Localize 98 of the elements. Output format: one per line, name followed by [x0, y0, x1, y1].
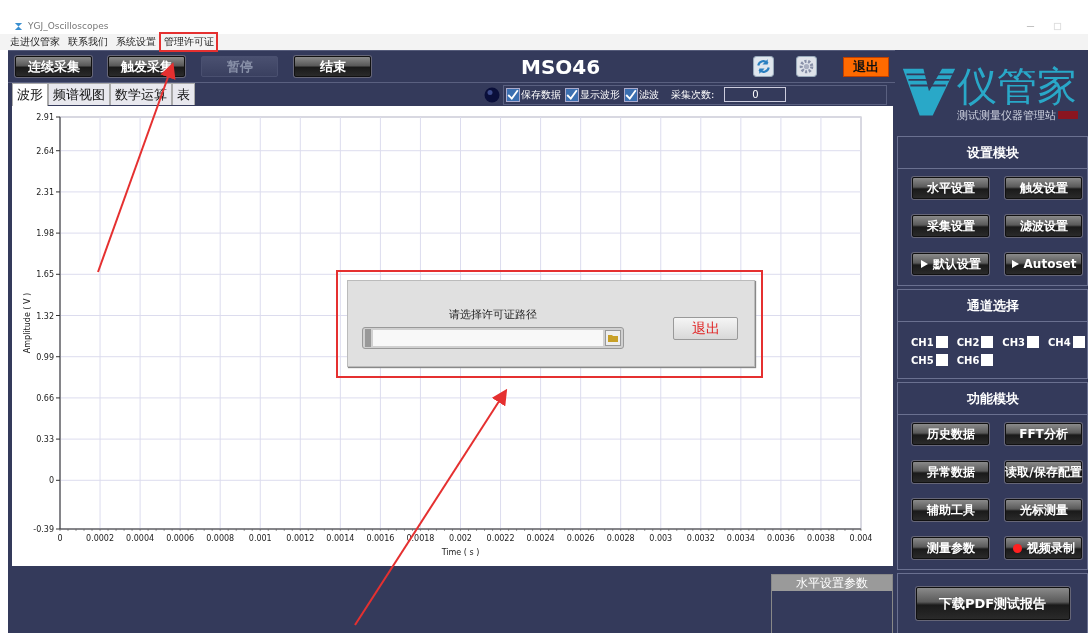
x-tick-label: 0.0036 [766, 534, 795, 543]
section-title: 功能模块 [898, 383, 1087, 415]
x-axis-title: Time ( s ) [441, 548, 480, 557]
play-icon [920, 260, 928, 268]
channel-label: CH5 [911, 354, 934, 366]
status-led-icon [484, 86, 500, 103]
channel-label: CH6 [956, 354, 980, 366]
x-tick-label: 0.0014 [326, 534, 355, 543]
module-button[interactable]: FFT分析 [1005, 423, 1082, 445]
module-button[interactable]: 异常数据 [912, 461, 989, 483]
channel-label: CH2 [956, 336, 980, 348]
module-button[interactable]: Autoset [1005, 253, 1082, 275]
x-tick-label: 0.003 [649, 534, 673, 543]
y-tick-label: 0.99 [36, 352, 54, 362]
toolbar-button[interactable]: 结束 [294, 56, 371, 77]
path-field[interactable] [362, 326, 624, 349]
y-axis-title: Amplitude ( V ) [23, 292, 32, 354]
dialog-prompt: 请选择许可证路径 [449, 306, 537, 322]
y-tick-label: 0.66 [36, 393, 54, 403]
channel-checkbox[interactable] [935, 336, 948, 348]
channel-checkbox[interactable] [981, 336, 994, 348]
x-tick-label: 0.001 [248, 534, 272, 543]
module-button[interactable]: 触发设置 [1005, 177, 1082, 199]
channel-checkbox[interactable] [981, 354, 994, 366]
app-icon [14, 21, 23, 31]
menu-item[interactable]: 管理许可证 [164, 35, 214, 49]
window-title: YGJ_Oscilloscopes [28, 21, 109, 31]
exit-button[interactable]: 退出 [843, 56, 889, 77]
toolbar-button[interactable]: 连续采集 [15, 56, 92, 77]
x-tick-label: 0.0022 [486, 534, 515, 543]
menu-item[interactable]: 走进仪管家 [10, 35, 60, 49]
module-button[interactable]: 测量参数 [912, 537, 989, 559]
x-tick-label: 0.004 [849, 534, 873, 543]
device-title: MSO46 [521, 54, 601, 79]
x-tick-label: 0.0032 [686, 534, 715, 543]
module-button[interactable]: 水平设置 [912, 177, 989, 199]
channel-checkbox[interactable] [1072, 336, 1085, 348]
y-tick-label: 0 [48, 476, 54, 486]
x-tick-label: 0.0024 [526, 534, 555, 543]
checkbox-label: 显示波形 [580, 87, 620, 102]
channel-label: CH3 [1002, 336, 1025, 348]
download-report-button[interactable]: 下载PDF测试报告 [915, 587, 1070, 620]
count-field[interactable]: 0 [724, 87, 787, 102]
menu-item[interactable]: 联系我们 [68, 35, 108, 49]
y-tick-label: 2.91 [36, 113, 54, 122]
channel-checkbox[interactable] [935, 354, 948, 366]
module-button[interactable]: 默认设置 [912, 253, 989, 275]
checkbox-label: 保存数据 [521, 87, 561, 102]
x-tick-label: 0.0026 [566, 534, 595, 543]
y-tick-label: 2.64 [36, 146, 54, 156]
x-tick-label: 0.0016 [366, 534, 395, 543]
play-icon [1010, 260, 1019, 268]
refresh-icon[interactable] [753, 56, 774, 77]
x-tick-label: 0.0006 [166, 534, 195, 543]
x-tick-label: 0.0008 [206, 534, 235, 543]
checkbox[interactable] [624, 87, 638, 102]
module-button[interactable]: 光标测量 [1005, 499, 1082, 521]
module-button[interactable]: 视频录制 [1005, 537, 1082, 559]
logo-name: 仪管家 [957, 63, 1078, 108]
checkbox[interactable] [506, 87, 520, 102]
x-tick-label: 0.0004 [126, 534, 155, 543]
settings-icon[interactable] [796, 56, 817, 77]
logo-bar [1058, 111, 1078, 119]
highlight-box [159, 32, 218, 52]
module-button[interactable]: 采集设置 [912, 215, 989, 237]
module-button[interactable]: 历史数据 [912, 423, 989, 445]
x-tick-label: 0.002 [449, 534, 472, 543]
y-tick-label: -0.39 [33, 525, 54, 534]
tab[interactable]: 表 [172, 83, 195, 105]
x-tick-label: 0.0012 [286, 534, 315, 543]
panel-header: 水平设置参数 [772, 575, 892, 591]
menu-item[interactable]: 系统设置 [116, 35, 156, 49]
x-tick-label: 0.0002 [86, 534, 115, 543]
dialog-exit-button[interactable]: 退出 [673, 317, 738, 340]
module-button[interactable]: 读取/保存配置 [1005, 461, 1082, 483]
channel-label: CH4 [1048, 336, 1071, 348]
tab[interactable]: 频谱视图 [48, 83, 110, 105]
x-tick-label: 0.0038 [806, 534, 835, 543]
y-tick-label: 1.32 [36, 311, 54, 321]
y-tick-label: 1.65 [36, 270, 54, 280]
module-button[interactable]: 滤波设置 [1005, 215, 1082, 237]
section-title: 设置模块 [898, 137, 1087, 169]
count-label: 采集次数: [671, 87, 715, 102]
channel-checkbox[interactable] [1027, 336, 1039, 348]
logo-tagline: 测试测量仪器管理站 [957, 107, 1056, 123]
x-tick-label: 0 [57, 534, 63, 543]
tab[interactable]: 波形 [12, 83, 48, 106]
checkbox-label: 滤波 [639, 87, 659, 102]
channel-label: CH1 [911, 336, 934, 348]
y-tick-label: 1.98 [36, 229, 54, 239]
y-tick-label: 0.33 [36, 435, 54, 445]
x-tick-label: 0.0028 [606, 534, 635, 543]
section-title: 通道选择 [898, 290, 1087, 322]
checkbox[interactable] [565, 87, 579, 102]
y-tick-label: 2.31 [36, 187, 54, 197]
record-icon [1012, 543, 1022, 553]
module-button[interactable]: 辅助工具 [912, 499, 989, 521]
x-tick-label: 0.0034 [726, 534, 755, 543]
